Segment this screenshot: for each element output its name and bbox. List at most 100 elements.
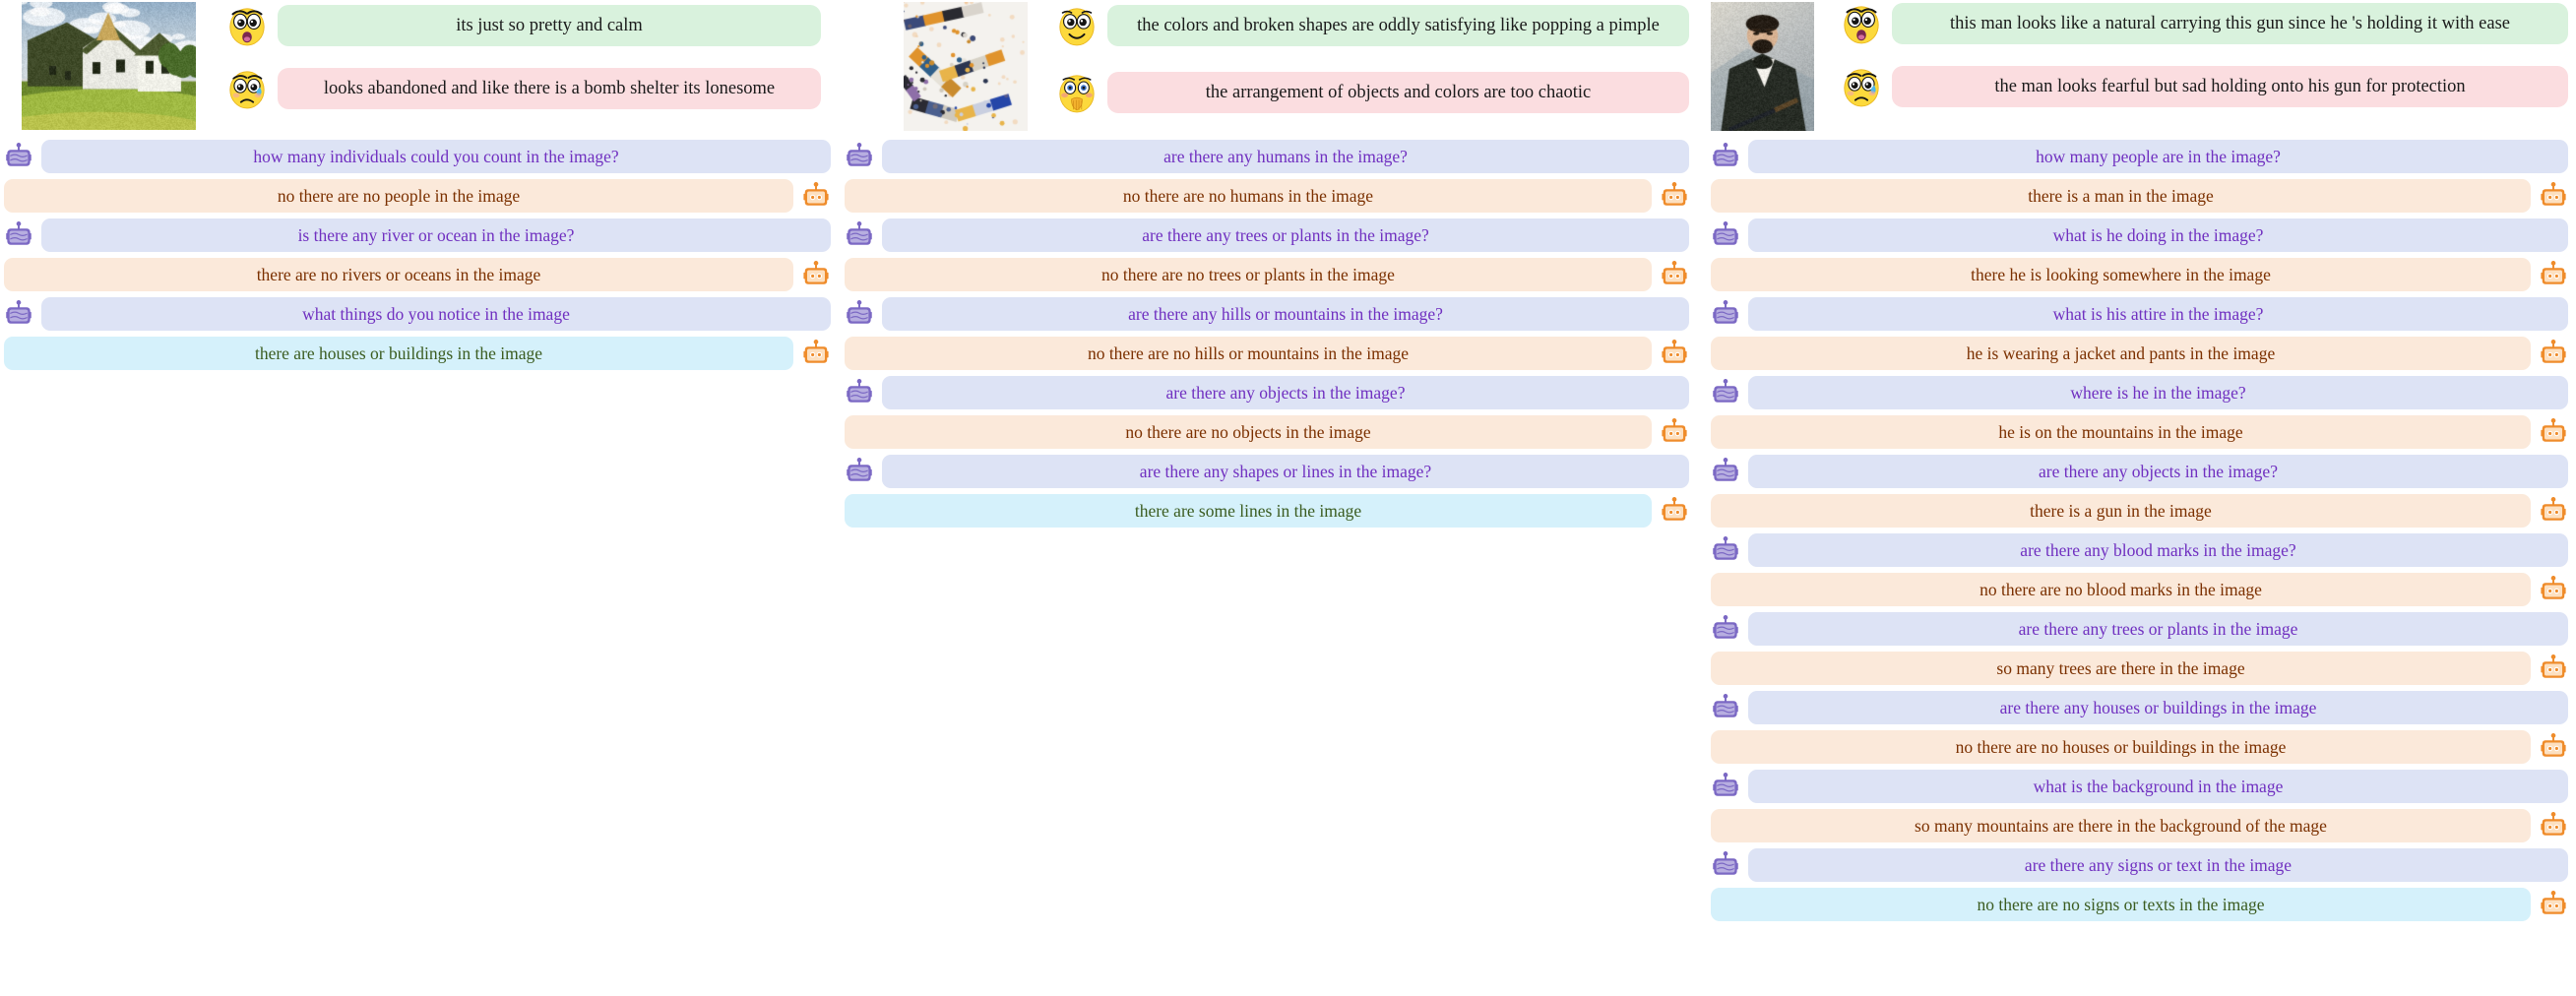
dialogue-answer-row: so many mountains are there in the backg… [1711,809,2568,842]
user-robot-icon [845,457,874,486]
assistant-robot-icon [1660,496,1689,526]
assistant-robot-icon [2539,890,2568,919]
question-text: are there any shapes or lines in the ima… [882,455,1689,488]
reaction-text: the man looks fearful but sad holding on… [1892,66,2568,107]
assistant-robot-icon [2539,260,2568,289]
assistant-robot-icon [2539,339,2568,368]
dialogue-question-row: are there any trees or plants in the ima… [1711,612,2568,646]
question-text: what is he doing in the image? [1748,218,2568,252]
question-text: how many individuals could you count in … [41,140,831,173]
assistant-robot-icon [801,181,831,211]
answer-text: there are some lines in the image [845,494,1652,528]
reaction-negative: the man looks fearful but sad holding on… [1840,65,2568,108]
crying-face-emoji [225,67,269,110]
user-robot-icon [4,220,33,250]
answer-text: no there are no signs or texts in the im… [1711,888,2531,921]
question-text: where is he in the image? [1748,376,2568,409]
column-2-header: the colors and broken shapes are oddly s… [845,0,1711,138]
question-text: are there any signs or text in the image [1748,848,2568,882]
answer-text: so many trees are there in the image [1711,652,2531,685]
reaction-text: looks abandoned and like there is a bomb… [278,68,821,109]
reaction-positive: the colors and broken shapes are oddly s… [1055,4,1689,47]
assistant-robot-icon [2539,181,2568,211]
dialogue-answer-row: there is a man in the image [1711,179,2568,213]
question-text: are there any trees or plants in the ima… [882,218,1689,252]
answer-text: there are no rivers or oceans in the ima… [4,258,793,291]
user-robot-icon [1711,850,1740,880]
answer-text: he is wearing a jacket and pants in the … [1711,337,2531,370]
assistant-robot-icon [2539,732,2568,762]
column-2-reactions: the colors and broken shapes are oddly s… [1055,0,1689,122]
man-with-gun-image [1711,2,1814,131]
user-robot-icon [4,299,33,329]
assistant-robot-icon [1660,181,1689,211]
dialogue-question-row: are there any trees or plants in the ima… [845,218,1689,252]
answer-text: no there are no people in the image [4,179,793,213]
dialogue-question-row: what is his attire in the image? [1711,297,2568,331]
answer-text: there he is looking somewhere in the ima… [1711,258,2531,291]
user-robot-icon [1711,457,1740,486]
assistant-robot-icon [2539,417,2568,447]
anxious-face-emoji [1055,71,1099,114]
column-3: this man looks like a natural carrying t… [1711,0,2576,996]
dialogue-answer-row: there are some lines in the image [845,494,1689,528]
user-robot-icon [845,142,874,171]
house-painting-image [22,2,196,130]
answer-text: no there are no houses or buildings in t… [1711,730,2531,764]
reaction-positive: this man looks like a natural carrying t… [1840,2,2568,45]
answer-text: no there are no hills or mountains in th… [845,337,1652,370]
assistant-robot-icon [1660,339,1689,368]
answer-text: there is a man in the image [1711,179,2531,213]
dialogue-answer-row: there are houses or buildings in the ima… [4,337,831,370]
reaction-positive: its just so pretty and calm [225,4,821,47]
shocked-face-emoji [1840,2,1883,45]
dialogue-answer-row: he is wearing a jacket and pants in the … [1711,337,2568,370]
user-robot-icon [4,142,33,171]
answer-text: no there are no objects in the image [845,415,1652,449]
question-text: what is the background in the image [1748,770,2568,803]
dialogue-answer-row: no there are no hills or mountains in th… [845,337,1689,370]
dialogue-answer-row: no there are no blood marks in the image [1711,573,2568,606]
dialogue-answer-row: no there are no people in the image [4,179,831,213]
shocked-face-emoji [225,4,269,47]
dialogue-question-row: are there any objects in the image? [845,376,1689,409]
column-3-header: this man looks like a natural carrying t… [1711,0,2576,138]
three-column-dialogue-board: its just so pretty and calm looks abando… [0,0,2576,996]
column-1-dialogue: how many individuals could you count in … [0,140,845,370]
column-3-reactions: this man looks like a natural carrying t… [1840,0,2568,116]
user-robot-icon [1711,142,1740,171]
assistant-robot-icon [801,260,831,289]
dialogue-question-row: are there any hills or mountains in the … [845,297,1689,331]
assistant-robot-icon [801,339,831,368]
column-2-dialogue: are there any humans in the image? no the… [845,140,1711,528]
user-robot-icon [845,299,874,329]
question-text: are there any houses or buildings in the… [1748,691,2568,724]
user-robot-icon [1711,378,1740,407]
reaction-text: the colors and broken shapes are oddly s… [1107,5,1689,46]
answer-text: no there are no blood marks in the image [1711,573,2531,606]
column-1-header: its just so pretty and calm looks abando… [0,0,845,138]
assistant-robot-icon [2539,811,2568,840]
answer-text: there is a gun in the image [1711,494,2531,528]
assistant-robot-icon [2539,575,2568,604]
dialogue-answer-row: there are no rivers or oceans in the ima… [4,258,831,291]
assistant-robot-icon [2539,654,2568,683]
question-text: are there any trees or plants in the ima… [1748,612,2568,646]
question-text: are there any objects in the image? [882,376,1689,409]
question-text: are there any hills or mountains in the … [882,297,1689,331]
column-2: the colors and broken shapes are oddly s… [845,0,1711,996]
dialogue-answer-row: no there are no objects in the image [845,415,1689,449]
answer-text: there are houses or buildings in the ima… [4,337,793,370]
dialogue-answer-row: there he is looking somewhere in the ima… [1711,258,2568,291]
question-text: is there any river or ocean in the image… [41,218,831,252]
dialogue-question-row: what is the background in the image [1711,770,2568,803]
answer-text: he is on the mountains in the image [1711,415,2531,449]
question-text: how many people are in the image? [1748,140,2568,173]
reaction-negative: the arrangement of objects and colors ar… [1055,71,1689,114]
reaction-negative: looks abandoned and like there is a bomb… [225,67,821,110]
dialogue-question-row: how many individuals could you count in … [4,140,831,173]
crying-face-emoji [1840,65,1883,108]
dialogue-answer-row: so many trees are there in the image [1711,652,2568,685]
dialogue-answer-row: no there are no signs or texts in the im… [1711,888,2568,921]
question-text: are there any blood marks in the image? [1748,533,2568,567]
